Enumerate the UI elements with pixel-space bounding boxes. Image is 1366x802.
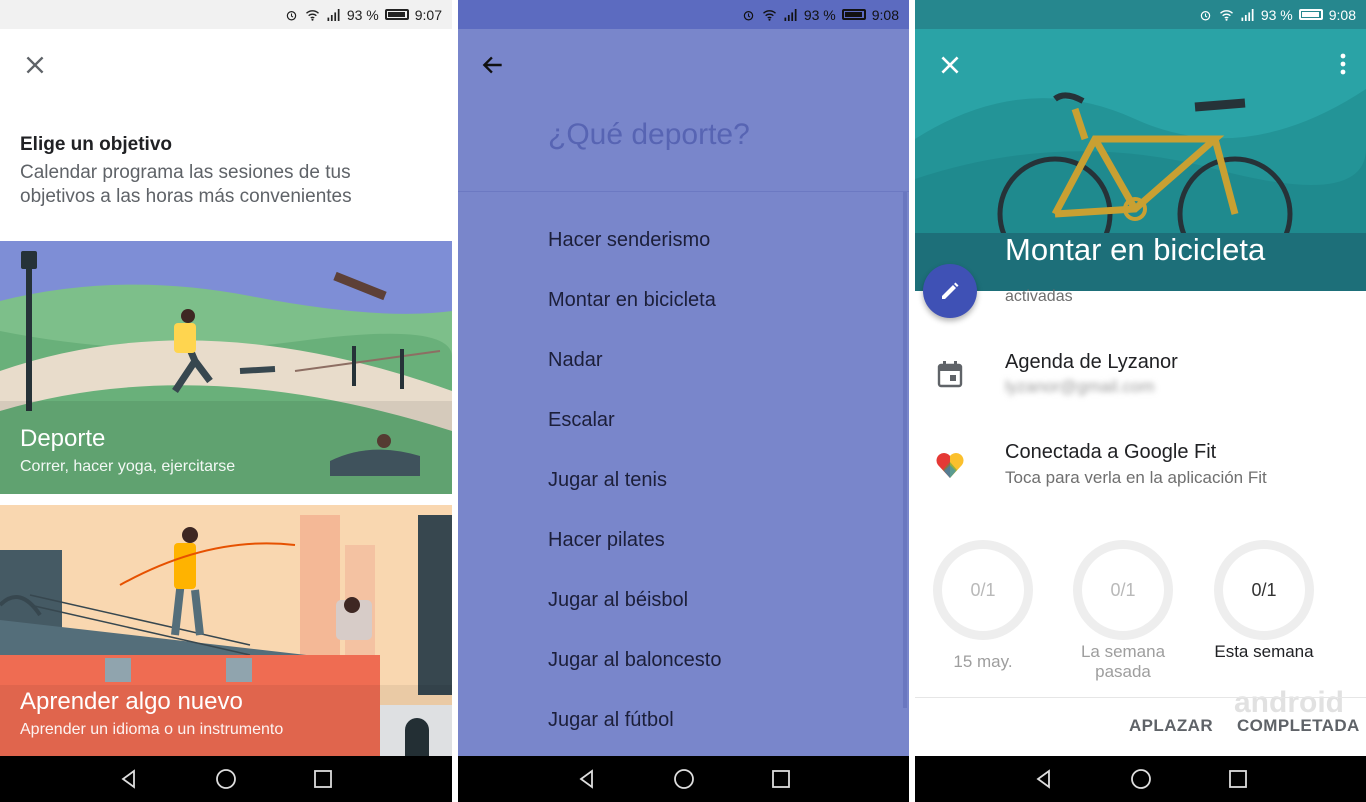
system-nav-bar <box>0 756 452 802</box>
status-bar: 93 % 9:08 <box>915 0 1366 29</box>
nav-home-icon[interactable] <box>1130 768 1152 790</box>
nav-back-icon[interactable] <box>1033 768 1055 790</box>
battery-icon <box>384 9 409 20</box>
battery-icon <box>841 9 866 20</box>
nav-recents-icon[interactable] <box>312 768 334 790</box>
learn-illustration <box>0 505 452 757</box>
card-title: Aprender algo nuevo <box>20 688 243 715</box>
fit-connection-title[interactable]: Conectada a Google Fit <box>1005 441 1216 464</box>
progress-ring: 0/1 <box>1073 540 1173 640</box>
wifi-icon <box>1219 9 1233 21</box>
status-bar: 93 % 9:07 <box>0 0 452 29</box>
progress-label: 15 may. <box>953 652 1013 671</box>
more-vert-icon[interactable] <box>1340 53 1346 75</box>
nav-back-icon[interactable] <box>576 768 598 790</box>
sport-item[interactable]: Jugar al baloncesto <box>548 649 721 672</box>
fit-connection-subtitle: Toca para verla en la aplicación Fit <box>1005 468 1267 487</box>
page-title: Elige un objetivo <box>20 134 173 155</box>
nav-recents-icon[interactable] <box>770 768 792 790</box>
sport-item[interactable]: Jugar al tenis <box>548 469 667 492</box>
calendar-account: lyzanor@gmail.com <box>1005 377 1155 396</box>
progress-value: 0/1 <box>1251 579 1277 600</box>
goal-card-aprender[interactable]: Aprender algo nuevo Aprender un idioma o… <box>0 505 452 757</box>
card-subtitle: Aprender un idioma o un instrumento <box>20 721 284 738</box>
calendar-name[interactable]: Agenda de Lyzanor <box>1005 351 1178 374</box>
progress-ring: 0/1 <box>1214 540 1314 640</box>
divider <box>458 191 909 192</box>
sport-question: ¿Qué deporte? <box>548 118 750 151</box>
sport-item[interactable]: Hacer senderismo <box>548 229 710 252</box>
watermark: android <box>1234 686 1344 719</box>
postpone-button[interactable]: APLAZAR <box>1129 716 1213 736</box>
sport-item[interactable]: Nadar <box>548 349 602 372</box>
battery-percent: 93 % <box>1260 6 1293 23</box>
close-icon[interactable] <box>937 52 963 78</box>
card-subtitle: Correr, hacer yoga, ejercitarse <box>20 458 236 475</box>
alarm-icon <box>743 10 754 20</box>
progress-ring: 0/1 <box>933 540 1033 640</box>
goal-detail-screen: 93 % 9:08 Montar en bicicleta activadas … <box>915 0 1366 802</box>
goal-picker-screen: 93 % 9:07 Elige un objetivo Calendar pro… <box>0 0 452 802</box>
sport-item[interactable]: Montar en bicicleta <box>548 289 716 312</box>
progress-label: Esta semana <box>1214 642 1314 661</box>
page-subtitle: Calendar programa las sesiones de tus ob… <box>20 162 352 207</box>
divider <box>915 697 1366 698</box>
sport-item[interactable]: Escalar <box>548 409 615 432</box>
close-icon[interactable] <box>22 52 48 78</box>
wifi-icon <box>762 9 776 21</box>
nav-back-icon[interactable] <box>118 768 140 790</box>
nav-recents-icon[interactable] <box>1227 768 1249 790</box>
scrollbar[interactable] <box>903 192 907 708</box>
nav-home-icon[interactable] <box>215 768 237 790</box>
system-nav-bar <box>458 756 909 802</box>
sport-item[interactable]: Jugar al fútbol <box>548 709 674 732</box>
alarm-icon <box>286 10 297 20</box>
system-nav-bar <box>915 756 1366 802</box>
nav-home-icon[interactable] <box>673 768 695 790</box>
progress-value: 0/1 <box>970 579 996 600</box>
complete-button[interactable]: COMPLETADA <box>1237 716 1360 736</box>
battery-icon <box>1298 9 1323 20</box>
notifications-status: activadas <box>1005 288 1073 305</box>
signal-icon <box>1241 8 1254 21</box>
clock: 9:08 <box>1328 6 1356 23</box>
wifi-icon <box>305 9 319 21</box>
clock: 9:08 <box>871 6 899 23</box>
sport-item[interactable]: Hacer pilates <box>548 529 665 552</box>
battery-percent: 93 % <box>803 6 836 23</box>
edit-button[interactable] <box>923 264 977 318</box>
status-bar: 93 % 9:08 <box>458 0 909 29</box>
back-arrow-icon[interactable] <box>480 52 506 78</box>
sport-picker-screen: 93 % 9:08 ¿Qué deporte? Hacer senderismo… <box>458 0 909 802</box>
signal-icon <box>327 8 340 21</box>
calendar-icon <box>935 359 965 389</box>
google-fit-heart-icon <box>935 450 965 480</box>
goal-title: Montar en bicicleta <box>1005 232 1266 267</box>
goal-card-deporte[interactable]: Deporte Correr, hacer yoga, ejercitarse <box>0 241 452 494</box>
alarm-icon <box>1200 10 1211 20</box>
edit-icon <box>942 282 959 299</box>
signal-icon <box>784 8 797 21</box>
battery-percent: 93 % <box>346 6 379 23</box>
card-title: Deporte <box>20 425 106 452</box>
clock: 9:07 <box>414 6 442 23</box>
progress-value: 0/1 <box>1110 579 1136 600</box>
sport-illustration <box>0 241 452 494</box>
sport-item[interactable]: Jugar al béisbol <box>548 589 688 612</box>
progress-label: La semana pasada <box>1080 642 1166 681</box>
